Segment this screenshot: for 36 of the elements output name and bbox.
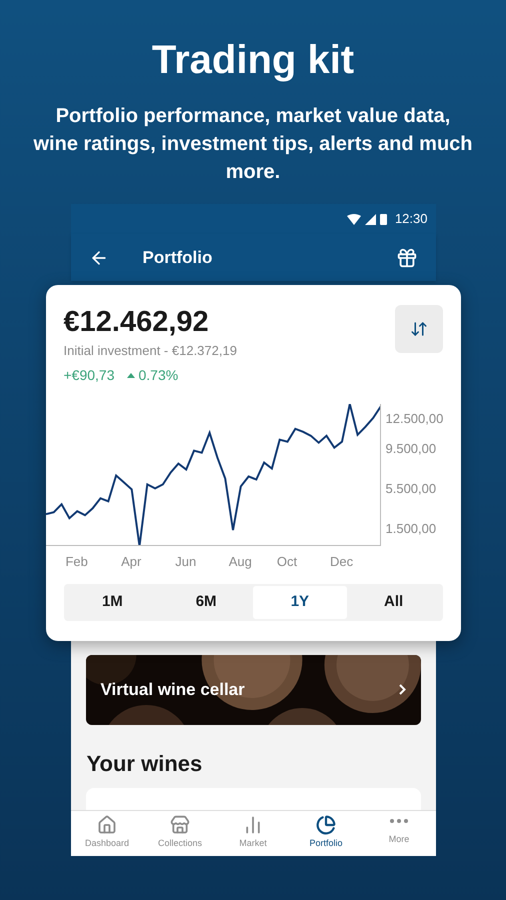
gift-button[interactable]	[396, 246, 418, 268]
x-axis-label: Feb	[64, 554, 89, 570]
headline-subtitle: Portfolio performance, market value data, wine ratings, investment tips, alerts and much more.	[33, 104, 473, 185]
sort-button[interactable]	[394, 305, 442, 353]
status-time: 12:30	[394, 210, 428, 228]
section-title: Your wines	[86, 750, 204, 778]
chevron-icon	[398, 684, 406, 695]
cellar-banner[interactable]: Virtual wine cellar	[86, 654, 420, 724]
portfolio-value: €12.462,92	[64, 305, 210, 339]
change-percent: 0.73%	[138, 366, 178, 384]
store-icon	[170, 815, 190, 836]
initial-investment: Initial investment - €12.372,19	[64, 342, 237, 360]
x-axis-label: Oct	[276, 554, 298, 570]
range-tab[interactable]: 6M	[159, 586, 253, 618]
y-axis-label: 12.500,00	[386, 411, 444, 428]
signal-icon	[364, 214, 376, 224]
headline-title: Trading kit	[152, 37, 354, 84]
x-axis-label: Jun	[174, 554, 198, 570]
battery-icon	[380, 213, 387, 225]
range-tab[interactable]: 1M	[66, 586, 160, 618]
nav-item[interactable]: Portfolio	[290, 810, 362, 856]
x-axis-label: Dec	[328, 554, 354, 570]
x-axis-label: Apr	[120, 554, 142, 570]
y-axis-label: 5.500,00	[386, 480, 436, 497]
pie-chart-icon	[316, 815, 336, 836]
wifi-icon	[346, 214, 361, 224]
y-axis-label: 1.500,00	[386, 520, 436, 537]
app-bar-title: Portfolio	[142, 246, 212, 269]
y-axis-label: 9.500,00	[386, 441, 436, 458]
x-axis-label: Aug	[228, 554, 253, 570]
range-tab[interactable]: 1Y	[253, 586, 347, 618]
dots-icon	[390, 819, 408, 824]
range-tab[interactable]: All	[346, 586, 440, 618]
house-icon	[97, 815, 117, 836]
gain-amount: +€90,73	[64, 366, 114, 384]
sort-arrows-icon	[410, 320, 428, 338]
